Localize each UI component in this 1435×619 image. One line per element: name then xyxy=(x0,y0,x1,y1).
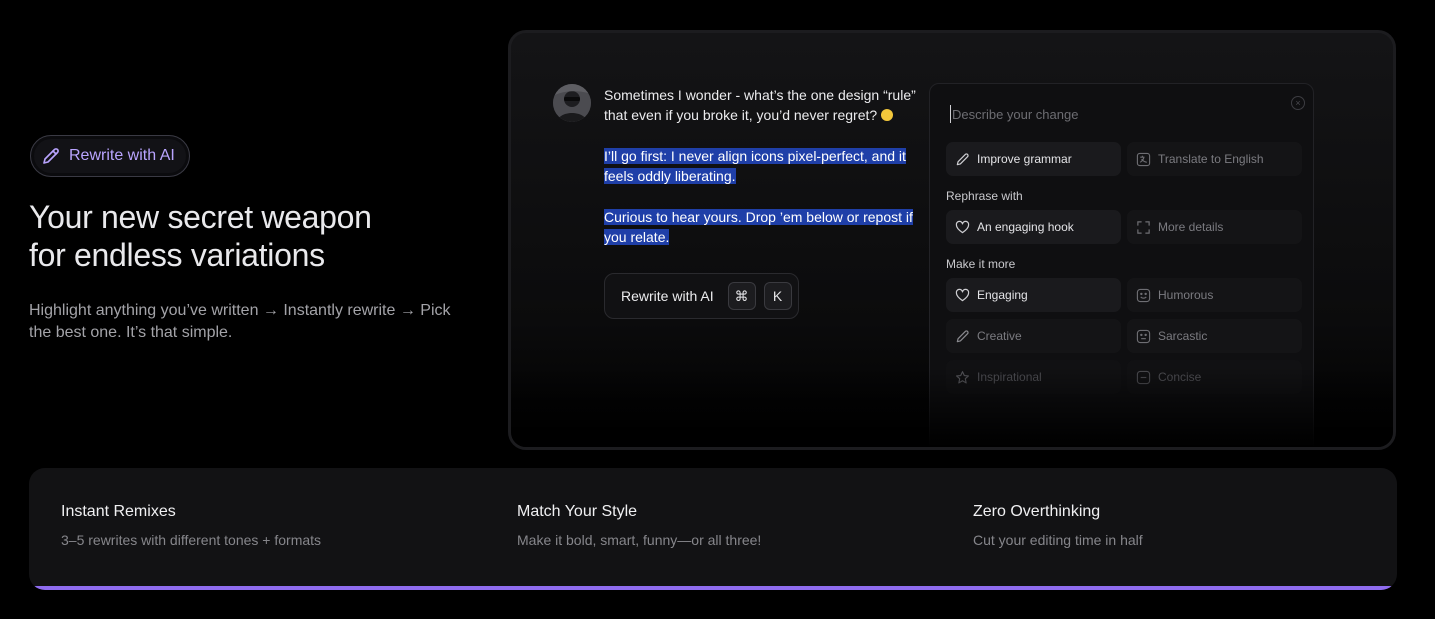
pencil-icon xyxy=(956,152,969,165)
option-more-details[interactable]: More details xyxy=(1127,210,1302,244)
heart-icon xyxy=(955,288,970,301)
rewrite-with-ai-badge[interactable]: Rewrite with AI xyxy=(30,135,190,177)
text-caret xyxy=(950,105,951,123)
feature-title: Match Your Style xyxy=(517,503,638,520)
rephrase-heading: Rephrase with xyxy=(946,189,1023,203)
option-engaging-hook[interactable]: An engaging hook xyxy=(946,210,1121,244)
demo-window: Sometimes I wonder - what’s the one desi… xyxy=(508,30,1396,450)
hero-title: Your new secret weapon for endless varia… xyxy=(29,198,449,274)
feature-description: Make it bold, smart, funny—or all three! xyxy=(517,532,762,548)
feature-instant-remixes: Instant Remixes 3–5 rewrites with differ… xyxy=(61,503,321,548)
more-options-row-3: Inspirational Concise xyxy=(946,360,1302,394)
make-it-more-heading: Make it more xyxy=(946,257,1016,271)
avatar-image xyxy=(553,84,591,122)
avatar xyxy=(553,84,591,122)
rewrite-panel: Describe your change × Improve grammar T… xyxy=(929,83,1314,447)
option-humorous[interactable]: Humorous xyxy=(1127,278,1302,312)
brush-icon xyxy=(956,329,969,342)
feature-title: Instant Remixes xyxy=(61,503,176,520)
pencil-icon xyxy=(43,148,59,164)
post-paragraph-3: Curious to hear yours. Drop ’em below or… xyxy=(604,207,916,248)
features-bar: Instant Remixes 3–5 rewrites with differ… xyxy=(29,468,1397,590)
smiling-emoji-icon xyxy=(881,109,894,122)
top-options-row: Improve grammar Translate to English xyxy=(946,142,1302,176)
close-icon[interactable]: × xyxy=(1291,96,1305,110)
post-text[interactable]: Sometimes I wonder - what’s the one desi… xyxy=(604,85,916,267)
smirk-icon xyxy=(1136,329,1151,343)
feature-zero-overthinking: Zero Overthinking Cut your editing time … xyxy=(973,503,1143,548)
post-paragraph-2: I’ll go first: I never align icons pixel… xyxy=(604,146,916,187)
command-key-icon: ⌘ xyxy=(727,282,756,310)
feature-description: 3–5 rewrites with different tones + form… xyxy=(61,532,322,548)
hero-title-line-2: for endless variations xyxy=(29,237,325,273)
option-concise[interactable]: Concise xyxy=(1127,360,1302,394)
rephrase-options-row: An engaging hook More details xyxy=(946,210,1302,244)
more-options-row-2: Creative Sarcastic xyxy=(946,319,1302,353)
highlighted-text: Curious to hear yours. Drop ’em below or… xyxy=(604,208,913,246)
minus-icon xyxy=(1136,370,1151,384)
rewrite-with-ai-button[interactable]: Rewrite with AI ⌘ K xyxy=(604,273,799,319)
expand-icon xyxy=(1137,220,1150,234)
option-engaging[interactable]: Engaging xyxy=(946,278,1121,312)
hero-description: Highlight anything you’ve written → Inst… xyxy=(29,302,451,341)
feature-match-your-style: Match Your Style Make it bold, smart, fu… xyxy=(517,503,761,548)
page: Rewrite with AI Your new secret weapon f… xyxy=(0,0,1435,619)
describe-change-input[interactable]: Describe your change xyxy=(950,102,1250,126)
smile-icon xyxy=(1136,288,1151,302)
feature-description: Cut your editing time in half xyxy=(973,532,1143,548)
option-improve-grammar[interactable]: Improve grammar xyxy=(946,142,1121,176)
heart-icon xyxy=(955,220,970,233)
more-options-row-1: Engaging Humorous xyxy=(946,278,1302,312)
option-creative[interactable]: Creative xyxy=(946,319,1121,353)
input-placeholder: Describe your change xyxy=(952,106,1079,122)
translate-icon xyxy=(1136,152,1151,166)
option-translate-to-english[interactable]: Translate to English xyxy=(1127,142,1302,176)
post-paragraph-1: Sometimes I wonder - what’s the one desi… xyxy=(604,87,916,124)
hero-title-line-1: Your new secret weapon xyxy=(29,199,372,235)
option-sarcastic[interactable]: Sarcastic xyxy=(1127,319,1302,353)
option-inspirational[interactable]: Inspirational xyxy=(946,360,1121,394)
badge-label: Rewrite with AI xyxy=(69,147,175,164)
star-icon xyxy=(956,370,969,383)
highlighted-text: I’ll go first: I never align icons pixel… xyxy=(604,147,906,185)
rewrite-button-label: Rewrite with AI xyxy=(621,288,714,304)
feature-title: Zero Overthinking xyxy=(973,503,1101,520)
k-key: K xyxy=(763,282,792,310)
